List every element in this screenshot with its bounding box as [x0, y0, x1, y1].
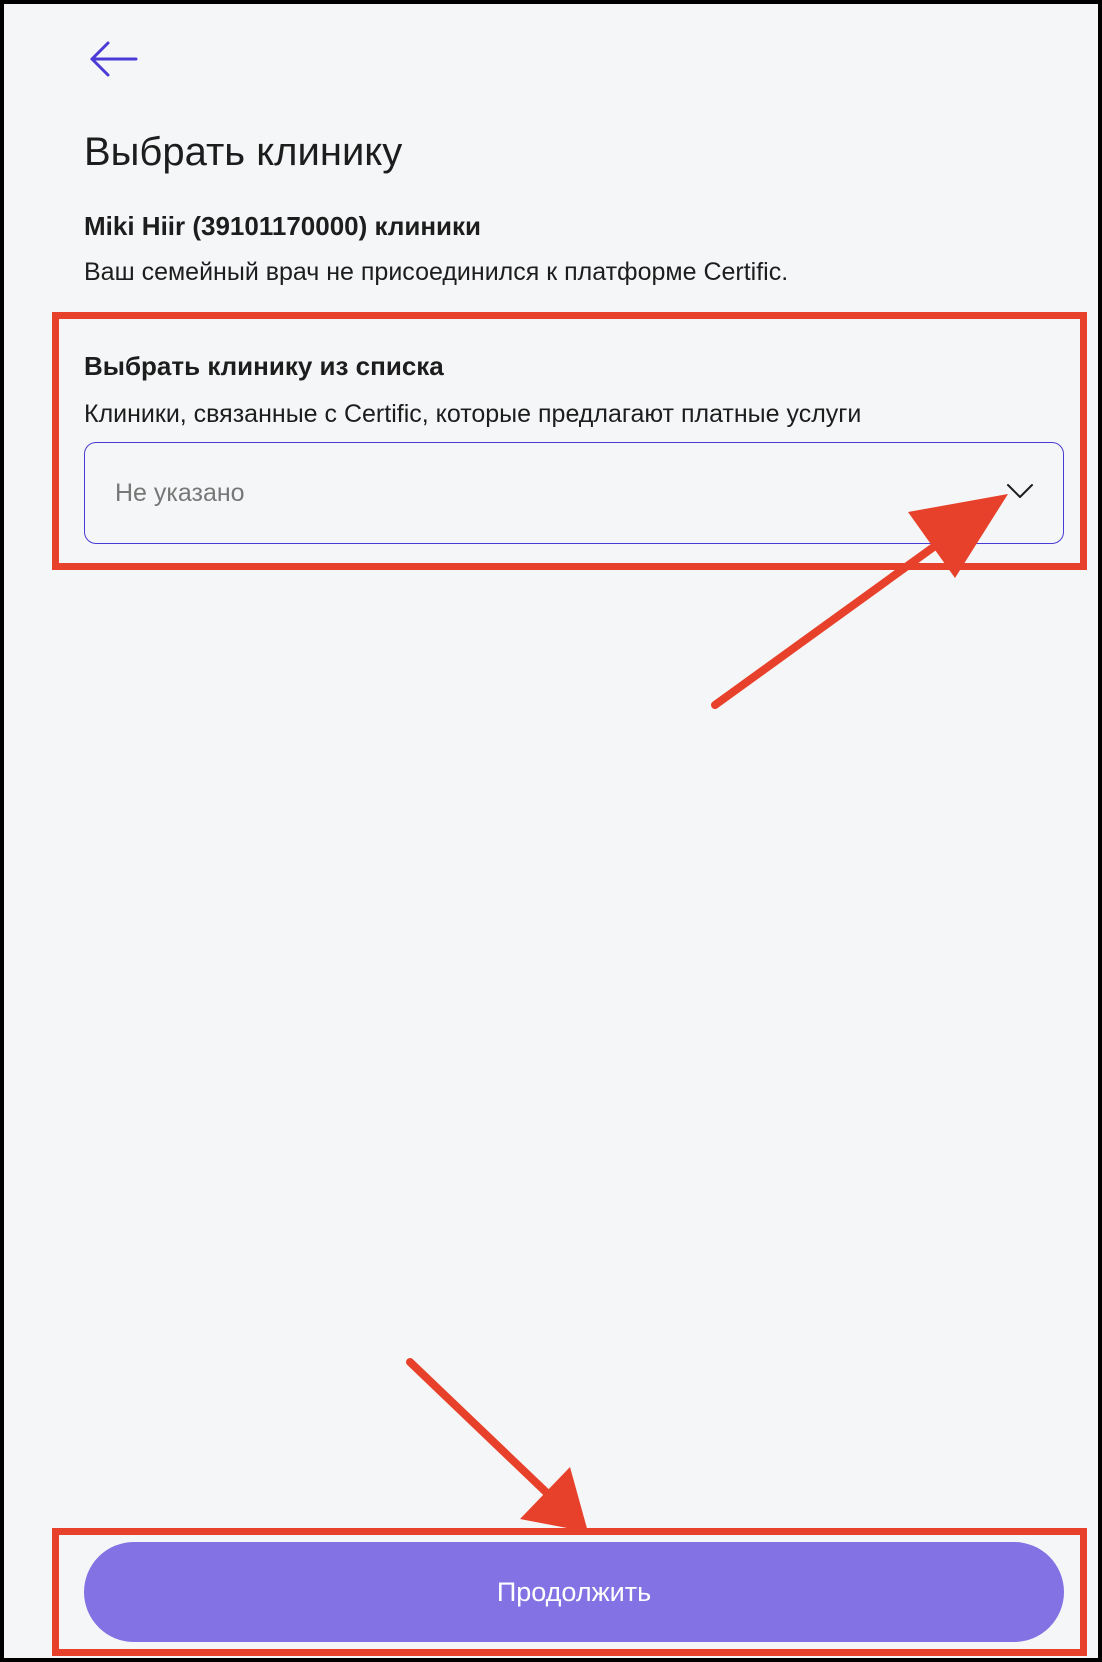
chevron-down-icon: [1005, 481, 1035, 501]
page-title: Выбрать клинику: [84, 130, 403, 174]
continue-button[interactable]: Продолжить: [84, 1542, 1064, 1642]
clinic-owner-heading: Miki Hiir (39101170000) клиники: [84, 211, 482, 241]
back-button[interactable]: [86, 38, 142, 80]
clinic-select-value: Не указано: [115, 479, 245, 507]
arrow-left-icon: [90, 41, 138, 77]
family-doctor-notice: Ваш семейный врач не присоединился к пла…: [84, 258, 789, 286]
app-screen: Выбрать клинику Miki Hiir (39101170000) …: [4, 4, 1098, 1658]
clinic-select[interactable]: Не указано: [84, 442, 1064, 544]
clinic-list-title: Выбрать клинику из списка: [84, 351, 444, 381]
clinic-list-description: Клиники, связанные с Certific, которые п…: [84, 400, 862, 428]
